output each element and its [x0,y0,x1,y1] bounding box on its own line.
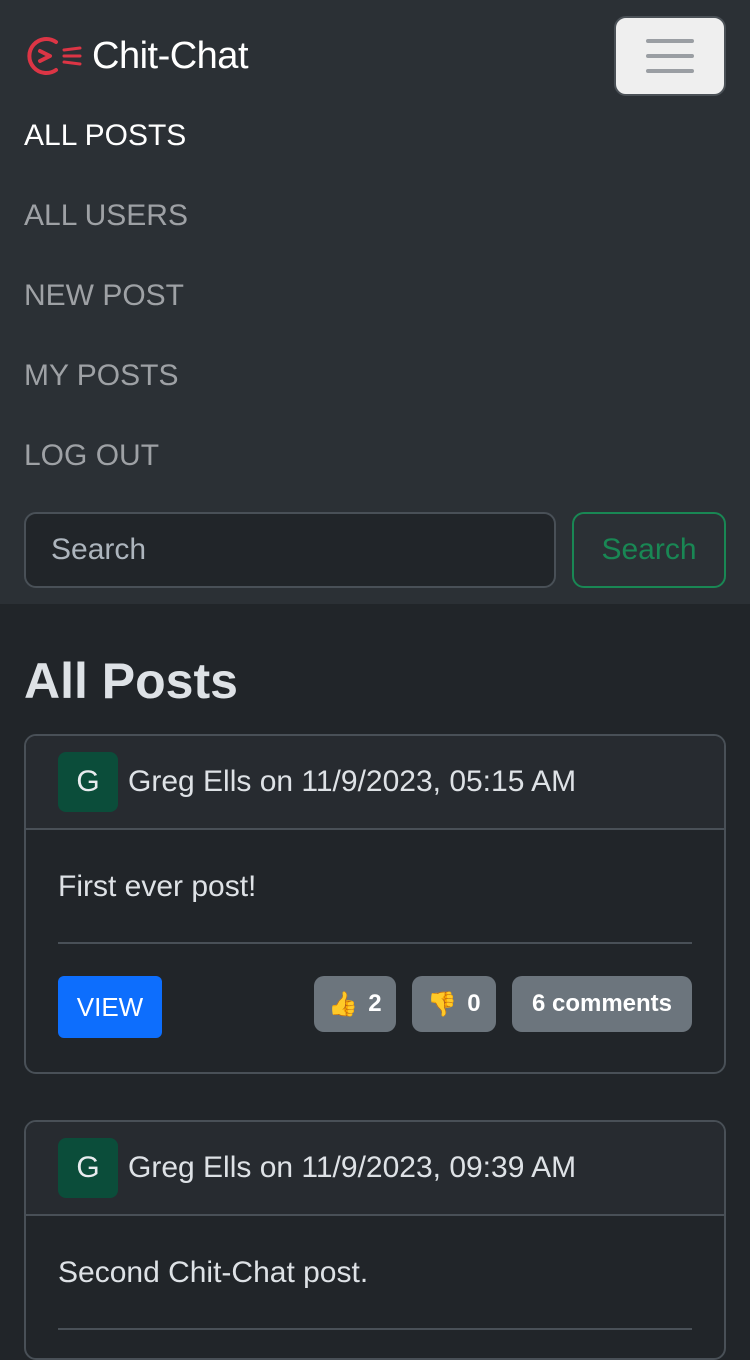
nav-item-my-posts[interactable]: MY POSTS [24,336,188,416]
search-input[interactable] [24,512,556,588]
divider [58,1328,692,1330]
post-body: Second Chit-Chat post. [26,1216,724,1330]
post-card: G Greg Ells on 11/9/2023, 05:15 AM First… [24,734,726,1074]
page-title: All Posts [24,653,238,709]
nav-item-new-post[interactable]: NEW POST [24,256,188,336]
post-footer: VIEW 👍 2 👎 0 6 comments [58,944,692,1072]
post-header: G Greg Ells on 11/9/2023, 05:15 AM [26,736,724,830]
post-meta: Greg Ells on 11/9/2023, 05:15 AM [128,765,577,798]
thumbs-up-icon: 👍 [328,990,359,1018]
hamburger-menu-icon[interactable] [614,16,726,96]
nav-links: ALL POSTS ALL USERS NEW POST MY POSTS LO… [24,96,188,496]
like-badge[interactable]: 👍 2 [314,976,396,1032]
brand[interactable]: Chit-Chat [24,32,249,80]
like-count: 2 [368,990,382,1017]
search-button[interactable]: Search [572,512,726,588]
comment-count: 6 comments [531,990,673,1017]
comments-badge[interactable]: 6 comments [512,976,692,1032]
post-header: G Greg Ells on 11/9/2023, 09:39 AM [26,1122,724,1216]
thumbs-down-icon: 👎 [427,990,458,1018]
navbar: Chit-Chat ALL POSTS ALL USERS NEW POST M… [0,0,750,604]
post-text: Second Chit-Chat post. [58,1256,369,1289]
post-meta: Greg Ells on 11/9/2023, 09:39 AM [128,1151,577,1184]
post-card: G Greg Ells on 11/9/2023, 09:39 AM Secon… [24,1120,726,1360]
view-button[interactable]: VIEW [58,976,162,1038]
post-text: First ever post! [58,870,257,903]
nav-item-all-posts[interactable]: ALL POSTS [24,96,188,176]
chat-logo-icon [24,32,84,80]
dislike-badge[interactable]: 👎 0 [412,976,496,1032]
brand-name: Chit-Chat [92,34,249,77]
avatar: G [58,752,118,812]
nav-item-all-users[interactable]: ALL USERS [24,176,188,256]
post-body: First ever post! VIEW 👍 2 👎 0 6 comments [26,830,724,1072]
dislike-count: 0 [467,990,481,1017]
avatar: G [58,1138,118,1198]
nav-item-log-out[interactable]: LOG OUT [24,416,188,496]
